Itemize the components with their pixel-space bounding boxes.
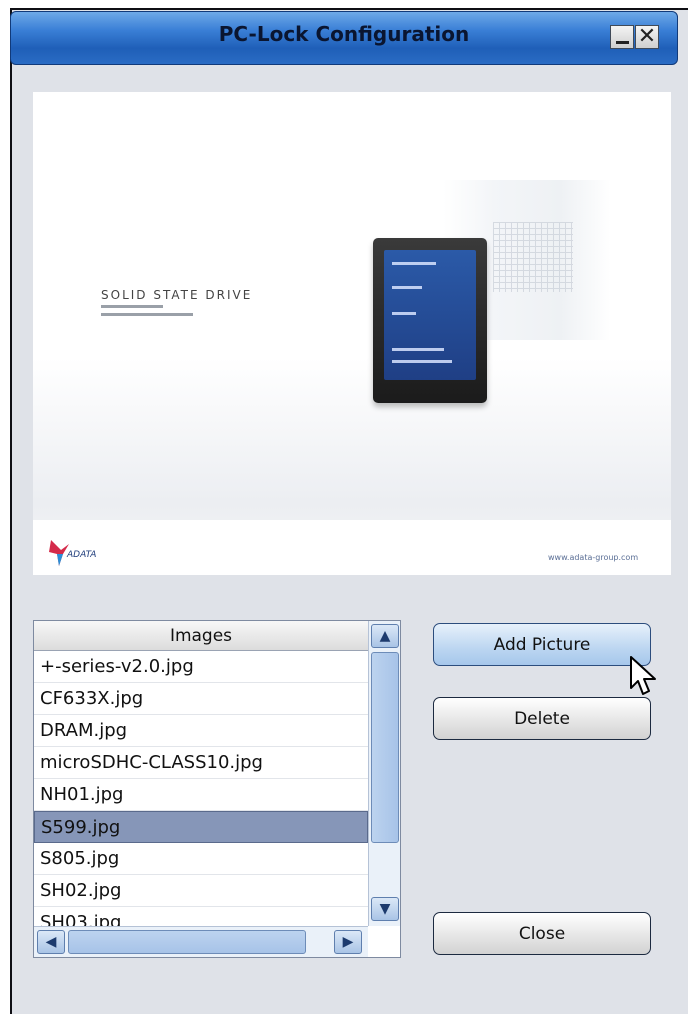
delete-button[interactable]: Delete bbox=[433, 697, 651, 740]
chevron-left-icon: ◀ bbox=[45, 934, 57, 950]
images-listbox[interactable]: Images +-series-v2.0.jpg CF633X.jpg DRAM… bbox=[33, 620, 401, 958]
preview-url: www.adata-group.com bbox=[548, 553, 639, 562]
list-item-selected[interactable]: S599.jpg bbox=[34, 811, 368, 843]
vertical-scroll-thumb[interactable] bbox=[371, 652, 399, 843]
close-button[interactable]: Close bbox=[433, 912, 651, 955]
list-item[interactable]: S805.jpg bbox=[34, 843, 368, 875]
ssd-label bbox=[384, 250, 476, 380]
chevron-up-icon: ▲ bbox=[379, 628, 391, 644]
vertical-scrollbar[interactable]: ▲ ▼ bbox=[368, 621, 400, 926]
mouse-pointer-icon bbox=[630, 656, 656, 695]
preview-subline bbox=[101, 313, 193, 316]
preview-grid-graphic bbox=[493, 222, 573, 292]
label-line bbox=[392, 262, 436, 265]
list-item[interactable]: DRAM.jpg bbox=[34, 715, 368, 747]
window-title: PC-Lock Configuration bbox=[218, 22, 470, 46]
title-bar[interactable]: PC-Lock Configuration ✕ bbox=[10, 11, 678, 65]
label-line bbox=[392, 360, 452, 363]
logo-text: ADATA bbox=[67, 550, 97, 560]
horizontal-scrollbar[interactable]: ◀ ▶ bbox=[34, 926, 368, 957]
list-item[interactable]: CF633X.jpg bbox=[34, 683, 368, 715]
preview-footer bbox=[33, 520, 671, 575]
scrollbar-corner bbox=[368, 926, 400, 957]
label-line bbox=[392, 312, 416, 315]
preview-subline bbox=[101, 305, 163, 308]
images-column-header[interactable]: Images bbox=[34, 621, 368, 651]
scroll-up-button[interactable]: ▲ bbox=[371, 624, 399, 648]
list-item[interactable]: NH01.jpg bbox=[34, 779, 368, 811]
label-line bbox=[392, 348, 444, 351]
preview-heading: SOLID STATE DRIVE bbox=[101, 288, 253, 302]
minimize-icon bbox=[615, 40, 629, 44]
list-item[interactable]: +-series-v2.0.jpg bbox=[34, 651, 368, 683]
close-icon: ✕ bbox=[637, 24, 657, 49]
scroll-down-button[interactable]: ▼ bbox=[371, 897, 399, 921]
label-line bbox=[392, 286, 422, 289]
scroll-right-button[interactable]: ▶ bbox=[334, 930, 362, 954]
chevron-down-icon: ▼ bbox=[379, 901, 391, 917]
list-item[interactable]: microSDHC-CLASS10.jpg bbox=[34, 747, 368, 779]
horizontal-scroll-thumb[interactable] bbox=[68, 930, 306, 954]
list-item[interactable]: SH02.jpg bbox=[34, 875, 368, 907]
close-window-button[interactable]: ✕ bbox=[635, 25, 659, 49]
scroll-left-button[interactable]: ◀ bbox=[37, 930, 65, 954]
add-picture-button[interactable]: Add Picture bbox=[433, 623, 651, 666]
image-preview: SOLID STATE DRIVE ADATA www.adata-group.… bbox=[33, 92, 671, 575]
minimize-button[interactable] bbox=[610, 25, 634, 49]
images-list: +-series-v2.0.jpg CF633X.jpg DRAM.jpg mi… bbox=[34, 651, 368, 939]
chevron-right-icon: ▶ bbox=[342, 934, 354, 950]
ssd-drive-image bbox=[373, 238, 487, 403]
